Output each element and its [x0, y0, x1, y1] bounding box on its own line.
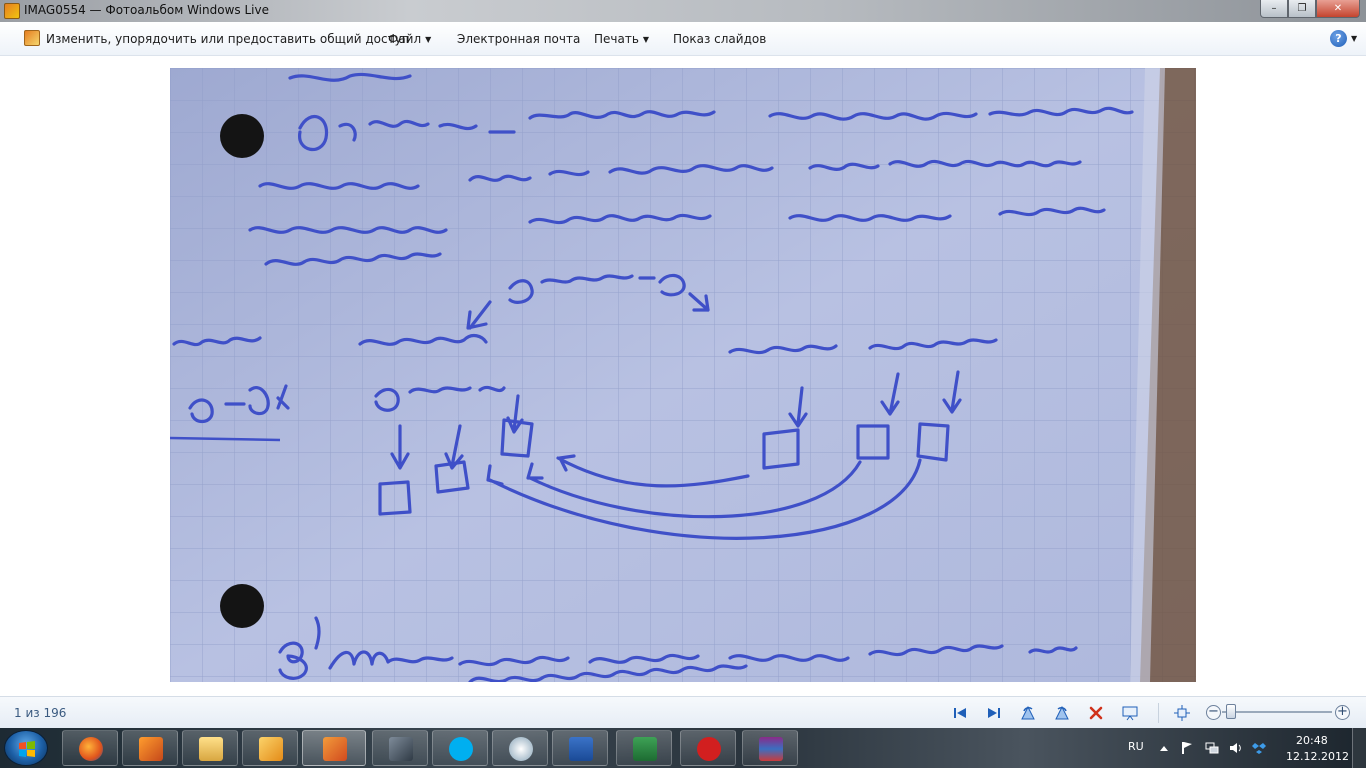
maximize-button[interactable]: ❐ — [1288, 0, 1316, 18]
next-photo-icon[interactable] — [986, 705, 1002, 721]
photo-gallery-icon — [323, 737, 347, 761]
binder-hole-bottom — [220, 584, 264, 628]
actual-size-icon[interactable] — [1174, 705, 1190, 721]
show-hidden-icons-icon[interactable] — [1157, 741, 1171, 755]
dropbox-icon[interactable] — [1252, 741, 1266, 755]
chevron-down-icon[interactable]: ▼ — [1351, 34, 1357, 43]
close-button[interactable]: ✕ — [1316, 0, 1360, 18]
language-indicator[interactable]: RU — [1128, 740, 1144, 753]
window-title: IMAG0554 — Фотоальбом Windows Live — [24, 3, 269, 17]
zoom-in-button[interactable]: + — [1335, 705, 1350, 720]
photo-notebook-page — [170, 68, 1196, 682]
notebook-photo-svg — [170, 68, 1196, 682]
slideshow-menu[interactable]: Показ слайдов — [673, 32, 766, 46]
taskbar-word[interactable] — [552, 730, 608, 766]
network-tray-icon[interactable] — [1205, 741, 1219, 755]
qip-icon — [139, 737, 163, 761]
word-icon — [569, 737, 593, 761]
delete-icon[interactable] — [1088, 705, 1104, 721]
stop-icon — [697, 737, 721, 761]
slideshow-icon[interactable] — [1122, 705, 1138, 721]
slideshow-label: Показ слайдов — [673, 32, 767, 46]
volume-icon[interactable] — [1229, 741, 1243, 755]
excel-icon — [633, 737, 657, 761]
minimize-button[interactable]: – — [1260, 0, 1288, 18]
taskbar-stop[interactable] — [680, 730, 736, 766]
taskbar: RU 20:48 12.12.2012 — [0, 728, 1366, 768]
print-menu[interactable]: Печать ▼ — [594, 32, 649, 46]
photo-gallery-app-icon[interactable] — [4, 3, 20, 19]
chevron-down-icon: ▼ — [425, 35, 432, 44]
taskbar-photo-gallery[interactable] — [302, 730, 366, 766]
start-button[interactable] — [4, 730, 48, 766]
photo-viewer — [0, 56, 1366, 696]
firefox-icon — [79, 737, 103, 761]
file-menu[interactable]: Файл ▼ — [388, 32, 431, 46]
clock-time[interactable]: 20:48 — [1296, 734, 1328, 747]
separator — [1158, 703, 1159, 723]
skype-icon — [449, 737, 473, 761]
zoom-out-button[interactable]: − — [1206, 705, 1221, 720]
organize-label: Изменить, упорядочить или предоставить о… — [46, 32, 410, 46]
file-label: Файл — [388, 32, 422, 46]
rotate-left-icon[interactable] — [1020, 705, 1036, 721]
clock-date[interactable]: 12.12.2012 — [1286, 750, 1349, 763]
zoom-slider-thumb[interactable] — [1226, 704, 1236, 719]
taskbar-excel[interactable] — [616, 730, 672, 766]
explorer-icon — [199, 737, 223, 761]
taskbar-winrar[interactable] — [742, 730, 798, 766]
show-desktop-button[interactable] — [1352, 728, 1366, 768]
rotate-right-icon[interactable] — [1054, 705, 1070, 721]
zoom-slider-track[interactable] — [1222, 711, 1332, 713]
email-menu[interactable]: Электронная почта — [457, 32, 580, 46]
taskbar-firefox[interactable] — [62, 730, 118, 766]
network-icon — [389, 737, 413, 761]
taskbar-skype[interactable] — [432, 730, 488, 766]
winrar-icon — [759, 737, 783, 761]
taskbar-qip[interactable] — [122, 730, 178, 766]
media-player-icon — [259, 737, 283, 761]
taskbar-media-player[interactable] — [242, 730, 298, 766]
status-bar: 1 из 196 − + — [0, 696, 1366, 728]
title-bar: IMAG0554 — Фотоальбом Windows Live – ❐ ✕ — [0, 0, 1366, 22]
window-controls: – ❐ ✕ — [1260, 0, 1360, 20]
taskbar-explorer[interactable] — [182, 730, 238, 766]
help-icon[interactable]: ? — [1330, 30, 1347, 47]
torrent-icon — [509, 737, 533, 761]
taskbar-torrent[interactable] — [492, 730, 548, 766]
command-bar: Изменить, упорядочить или предоставить о… — [0, 22, 1366, 56]
action-center-flag-icon[interactable] — [1180, 741, 1194, 755]
windows-logo-icon — [19, 741, 35, 757]
taskbar-network[interactable] — [372, 730, 428, 766]
photo-counter: 1 из 196 — [14, 706, 67, 720]
email-label: Электронная почта — [457, 32, 581, 46]
organize-icon — [24, 30, 40, 46]
first-photo-icon[interactable] — [952, 705, 968, 721]
organize-menu[interactable]: Изменить, упорядочить или предоставить о… — [46, 32, 410, 46]
print-label: Печать — [594, 32, 639, 46]
binder-hole-top — [220, 114, 264, 158]
chevron-down-icon: ▼ — [642, 35, 650, 44]
